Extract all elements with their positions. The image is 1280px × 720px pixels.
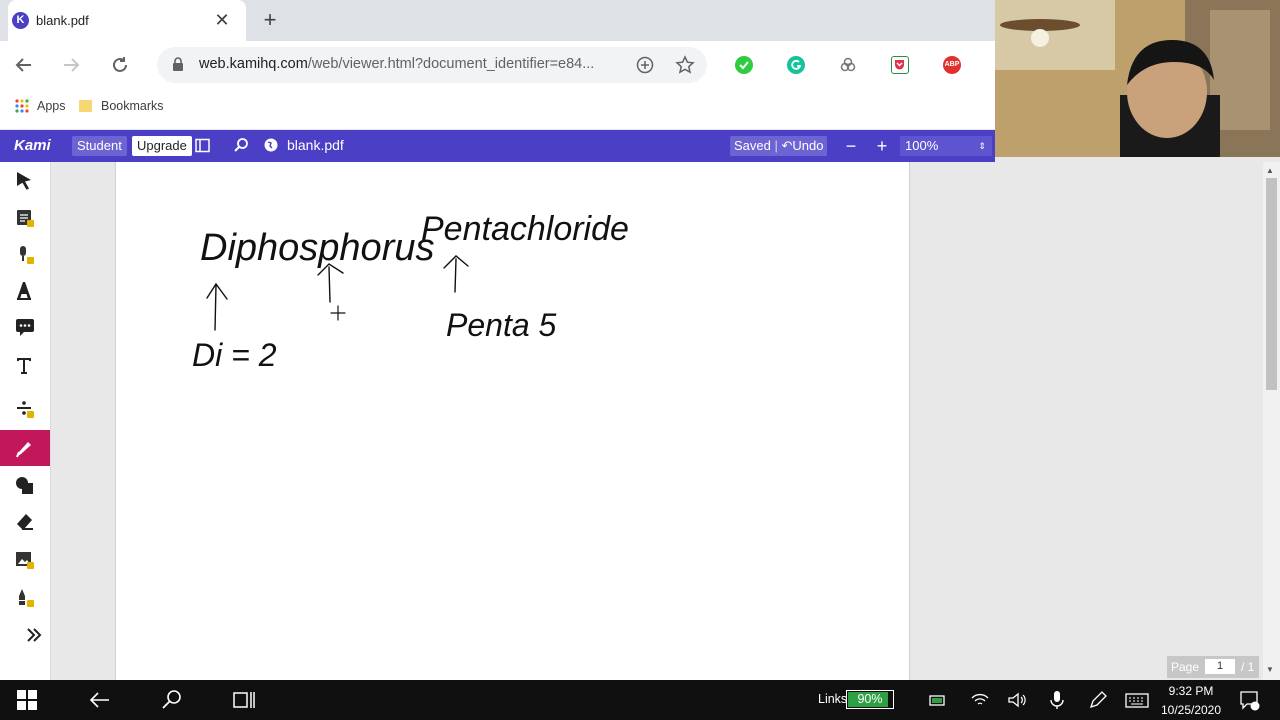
text-highlight-tool-icon <box>17 282 31 300</box>
arrow-1-icon <box>206 282 228 331</box>
handwritten-word-diphosphorus: Diphosphorus <box>200 227 434 269</box>
sidebar-toggle-icon[interactable] <box>195 138 210 153</box>
audio-note-tool-icon <box>20 246 34 264</box>
add-icon[interactable] <box>636 56 654 74</box>
scroll-up-icon[interactable]: ▲ <box>1266 166 1274 175</box>
handwritten-note-di: Di = 2 <box>192 337 277 373</box>
signature-tool-icon <box>19 589 34 607</box>
check-extension-icon[interactable] <box>735 56 753 74</box>
notifications-icon[interactable] <box>1238 689 1262 711</box>
battery-status-icon[interactable] <box>928 689 952 711</box>
handwritten-word-pentachloride: Pentachloride <box>421 210 629 248</box>
equation-tool-icon <box>17 401 34 418</box>
markup-tool-icon <box>17 210 34 227</box>
expand-tool-icon <box>27 628 42 642</box>
webcam-overlay <box>995 0 1280 157</box>
signature-tool[interactable] <box>0 579 50 615</box>
close-tab-icon[interactable]: ✕ <box>212 10 232 30</box>
drawing-tool[interactable] <box>0 430 50 466</box>
clock-time[interactable]: 9:32 PM <box>1160 684 1222 698</box>
page-total: / 1 <box>1241 660 1255 674</box>
equation-tool[interactable] <box>0 390 50 426</box>
adblock-extension-icon[interactable]: ABP <box>943 56 961 74</box>
volume-icon[interactable] <box>1006 689 1030 711</box>
kami-logo: Kami <box>14 137 51 154</box>
folder-icon <box>79 100 92 112</box>
shapes-tool-icon <box>16 477 33 494</box>
scroll-down-icon[interactable]: ▼ <box>1266 665 1274 674</box>
wifi-icon[interactable] <box>970 689 994 711</box>
expand-tool[interactable] <box>0 617 50 653</box>
tab-title[interactable]: blank.pdf <box>36 13 89 28</box>
text-box-tool-icon <box>17 358 31 374</box>
zoom-in-button[interactable]: + <box>872 136 892 156</box>
student-button[interactable]: Student <box>72 136 127 156</box>
eraser-tool[interactable] <box>0 503 50 539</box>
search-icon[interactable] <box>233 137 249 153</box>
lock-icon[interactable] <box>172 57 184 71</box>
audio-note-tool[interactable] <box>0 236 50 272</box>
pocket-extension-icon[interactable] <box>891 56 909 74</box>
microphone-icon[interactable] <box>1047 689 1071 711</box>
upgrade-button[interactable]: Upgrade <box>132 136 192 156</box>
clock-date[interactable]: 10/25/2020 <box>1158 703 1224 717</box>
comment-tool[interactable] <box>0 308 50 344</box>
reload-icon[interactable] <box>107 52 133 78</box>
arrow-2-icon <box>317 263 344 303</box>
new-tab-button[interactable]: + <box>259 8 281 32</box>
text-box-tool[interactable] <box>0 347 50 383</box>
text-highlight-tool[interactable] <box>0 272 50 308</box>
bookmark-star-icon[interactable] <box>675 55 695 75</box>
bookmark-apps[interactable]: Apps <box>37 99 66 113</box>
apps-grid-icon[interactable] <box>15 99 29 113</box>
comment-tool-icon <box>16 319 34 336</box>
grammarly-extension-icon[interactable] <box>787 56 805 74</box>
battery-percent: 90% <box>857 692 883 706</box>
markup-tool[interactable] <box>0 199 50 235</box>
zoom-out-button[interactable]: − <box>841 136 861 156</box>
links-label[interactable]: Links <box>818 692 847 706</box>
handwritten-note-penta: Penta 5 <box>446 307 557 343</box>
select-tool[interactable] <box>0 162 50 198</box>
page-number-input[interactable]: 1 <box>1205 659 1235 674</box>
shapes-tool[interactable] <box>0 467 50 503</box>
pen-icon[interactable] <box>1087 689 1111 711</box>
image-tool-icon <box>16 552 34 569</box>
forward-icon[interactable] <box>58 52 84 78</box>
save-status: Saved | ↶Undo <box>730 136 828 156</box>
bookmark-folder[interactable]: Bookmarks <box>101 99 164 113</box>
globe-icon <box>264 138 278 152</box>
page-label: Page <box>1171 660 1200 674</box>
cursor-crosshair-icon <box>330 305 346 321</box>
back-arrow-icon[interactable] <box>88 689 112 711</box>
back-icon[interactable] <box>11 52 37 78</box>
url-text[interactable]: web.kamihq.com/web/viewer.html?document_… <box>199 56 594 72</box>
task-view-icon[interactable] <box>232 689 256 711</box>
pdf-page[interactable]: Diphosphorus Pentachloride Di = 2 Penta … <box>115 162 910 680</box>
select-tool-icon <box>17 172 31 190</box>
scroll-thumb[interactable] <box>1266 178 1277 390</box>
document-title: blank.pdf <box>287 137 344 153</box>
keyboard-icon[interactable] <box>1125 689 1149 711</box>
windows-start-icon[interactable] <box>16 689 40 711</box>
kami-favicon-icon: K <box>12 12 29 29</box>
taskbar-search-icon[interactable] <box>160 689 184 711</box>
drawing-tool-icon <box>16 442 31 458</box>
saved-label: Saved <box>734 138 771 153</box>
arrow-3-icon <box>443 255 469 293</box>
link-extension-icon[interactable] <box>839 56 857 74</box>
handwriting-canvas[interactable]: Diphosphorus Pentachloride Di = 2 Penta … <box>116 162 909 680</box>
eraser-tool-icon <box>17 514 33 530</box>
image-tool[interactable] <box>0 541 50 577</box>
updown-icon: ⇕ <box>978 141 986 151</box>
undo-button[interactable]: ↶Undo <box>781 138 823 153</box>
zoom-select[interactable]: 100% ⇕ <box>900 136 992 156</box>
